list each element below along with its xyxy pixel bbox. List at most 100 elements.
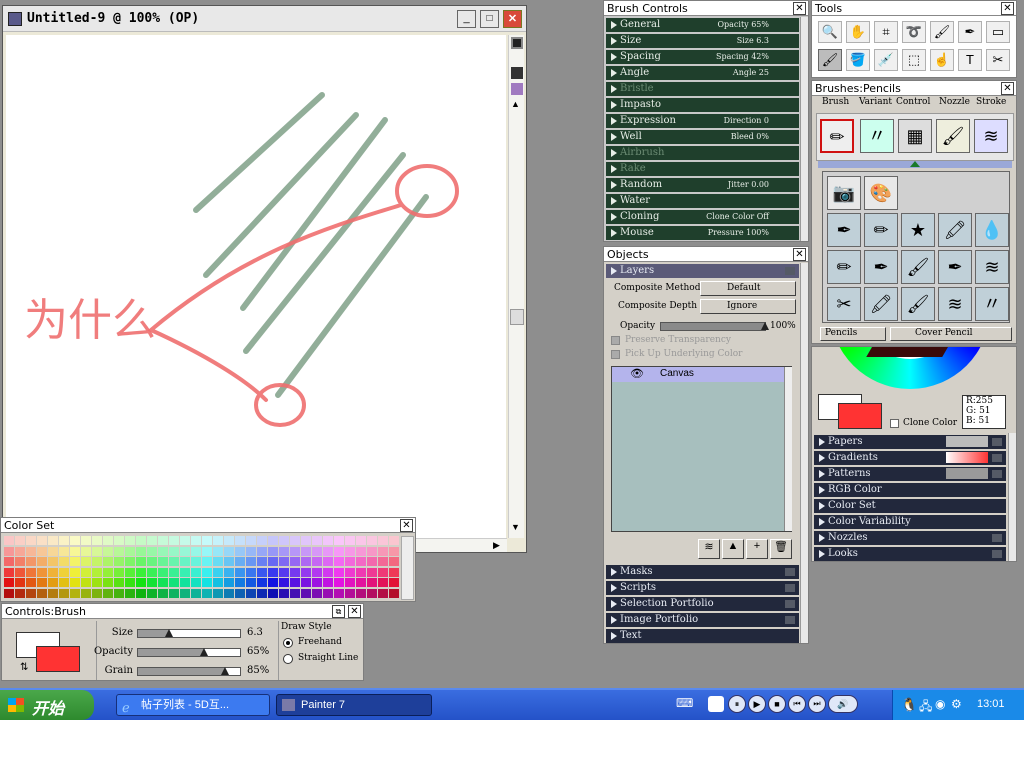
brush-controls-close-button[interactable]: ✕ (793, 2, 806, 15)
layer-opacity-slider[interactable] (660, 322, 769, 331)
color-swatch[interactable] (246, 567, 256, 577)
color-swatch[interactable] (37, 557, 47, 566)
color-swatch[interactable] (81, 567, 91, 577)
color-swatch[interactable] (48, 557, 58, 566)
brush-control-section-3[interactable]: Angle Angle 25 (606, 66, 799, 80)
color-swatch[interactable] (70, 578, 80, 587)
color-swatch[interactable] (4, 578, 14, 587)
freehand-radio[interactable] (283, 638, 293, 648)
brush-icon[interactable]: 🖌 (930, 21, 954, 43)
color-swatch[interactable] (114, 588, 124, 598)
color-swatch[interactable] (268, 557, 278, 566)
crop-icon[interactable]: ⌗ (874, 21, 898, 43)
scroll-down-arrow[interactable]: ▼ (511, 522, 520, 532)
tab-stroke[interactable]: Stroke (976, 97, 1006, 107)
brush-drawer-handle[interactable] (818, 161, 1012, 168)
color-swatch[interactable] (279, 578, 289, 587)
start-button[interactable]: 开始 (0, 690, 94, 720)
chalk-brush[interactable]: 〃 (860, 119, 894, 153)
color-swatch[interactable] (59, 536, 69, 545)
color-swatch[interactable] (224, 588, 234, 598)
camera-brush[interactable]: 📷 (827, 176, 861, 210)
pen-icon[interactable]: ✒ (958, 21, 982, 43)
brush-control-section-11[interactable]: Water (606, 194, 799, 208)
color-swatch[interactable] (180, 578, 190, 587)
color-swatch[interactable] (147, 588, 157, 598)
color-swatch[interactable] (158, 588, 168, 598)
layer-adjust-button[interactable]: ≋ (698, 539, 720, 559)
color-swatch[interactable] (136, 578, 146, 587)
color-swatch[interactable] (389, 536, 399, 545)
color-swatch[interactable] (345, 578, 355, 587)
cloner-brush[interactable]: ✂ (827, 287, 861, 321)
color-swatch[interactable] (136, 567, 146, 577)
palette-knife-brush[interactable]: ✒ (938, 250, 972, 284)
taskbar-item-browser[interactable]: ℯ 帖子列表 - 5D互... (116, 694, 270, 716)
grain-slider[interactable] (137, 667, 241, 676)
color-swatch[interactable] (15, 536, 25, 545)
eraser-brush[interactable]: 🖍 (864, 287, 898, 321)
brush-control-section-8[interactable]: Airbrush (606, 146, 799, 160)
color-swatch[interactable] (70, 536, 80, 545)
brushes-close-button[interactable]: ✕ (1001, 82, 1014, 95)
color-swatch[interactable] (301, 546, 311, 556)
color-swatch[interactable] (268, 546, 278, 556)
color-section-5[interactable]: Color Variability (814, 515, 1006, 529)
color-swatch[interactable] (114, 557, 124, 566)
color-swatch[interactable] (213, 588, 223, 598)
security-tray-icon[interactable]: ◉ (935, 697, 945, 711)
size-slider[interactable] (137, 629, 241, 638)
color-swatch[interactable] (202, 578, 212, 587)
color-swatch[interactable] (257, 588, 267, 598)
color-swatch[interactable] (26, 567, 36, 577)
swap-colors-icon[interactable]: ⇅ (20, 662, 28, 673)
digital-watercolor-brush[interactable]: ≋ (938, 287, 972, 321)
brush-controls-titlebar[interactable]: Brush Controls ✕ (604, 1, 808, 16)
color-swatch[interactable] (15, 578, 25, 587)
close-button[interactable]: ✕ (503, 10, 522, 28)
color-swatch[interactable] (356, 567, 366, 577)
scroll-right-arrow[interactable]: ▶ (493, 540, 500, 551)
color-swatch[interactable] (356, 557, 366, 566)
color-swatch[interactable] (125, 588, 135, 598)
color-swatch[interactable] (15, 557, 25, 566)
brush-controls-scrollbar[interactable] (800, 17, 808, 241)
tab-variant[interactable]: Variant (859, 97, 892, 107)
color-swatch[interactable] (378, 588, 388, 598)
media-volume-icon[interactable]: 🔊 (828, 695, 858, 713)
color-swatch[interactable] (301, 567, 311, 577)
color-swatch[interactable] (48, 567, 58, 577)
color-swatch[interactable] (59, 546, 69, 556)
color-swatch[interactable] (290, 557, 300, 566)
color-swatch[interactable] (345, 546, 355, 556)
objects-section-0[interactable]: Masks (606, 565, 799, 579)
objects-section-1[interactable]: Scripts (606, 581, 799, 595)
color-swatch[interactable] (257, 536, 267, 545)
color-swatch[interactable] (125, 557, 135, 566)
color-swatch[interactable] (378, 536, 388, 545)
color-swatch[interactable] (169, 536, 179, 545)
color-swatch[interactable] (191, 578, 201, 587)
hardware-tray-icon[interactable]: ⚙ (951, 697, 962, 711)
color-swatch[interactable] (59, 557, 69, 566)
color-swatch[interactable] (147, 557, 157, 566)
color-swatch[interactable] (59, 567, 69, 577)
color-swatch[interactable] (235, 546, 245, 556)
color-swatch[interactable] (389, 588, 399, 598)
color-swatch[interactable] (59, 588, 69, 598)
paint-bucket-icon[interactable]: 🪣 (846, 49, 870, 71)
color-swatch[interactable] (59, 578, 69, 587)
color-swatch[interactable] (48, 588, 58, 598)
dynamic-plugins-button[interactable]: ▲ (722, 539, 744, 559)
minimize-button[interactable]: _ (457, 10, 476, 28)
color-swatch[interactable] (202, 546, 212, 556)
color-swatch[interactable] (334, 557, 344, 566)
color-swatch[interactable] (389, 557, 399, 566)
brush-variant-dropdown[interactable]: Cover Pencil (890, 327, 1012, 341)
color-swatch[interactable] (70, 588, 80, 598)
oil-brush[interactable]: 🖌 (936, 119, 970, 153)
color-swatch[interactable] (147, 536, 157, 545)
liquid-ink-brush[interactable]: ≋ (975, 250, 1009, 284)
pastel-brush[interactable]: ✏ (864, 213, 898, 247)
color-swatch[interactable] (92, 578, 102, 587)
